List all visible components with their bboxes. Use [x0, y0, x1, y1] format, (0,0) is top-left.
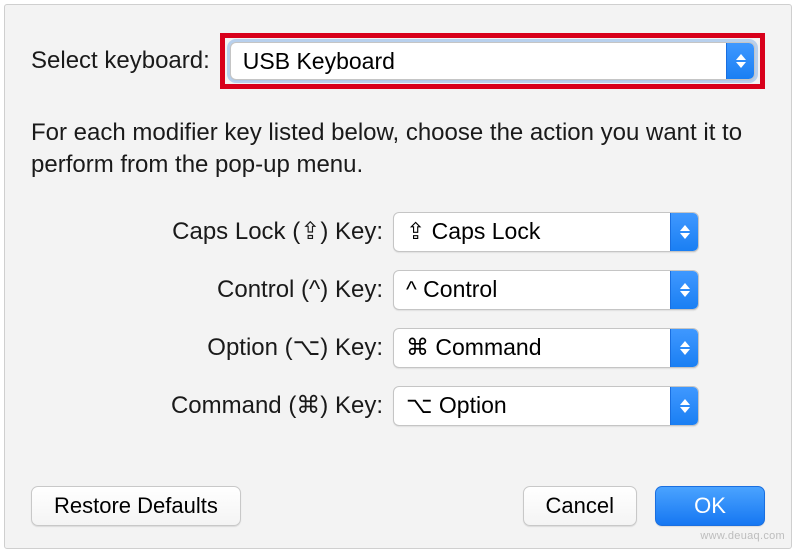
command-value: ⌥ Option — [394, 392, 670, 419]
cancel-button[interactable]: Cancel — [523, 486, 637, 526]
annotation-highlight: USB Keyboard — [220, 33, 765, 89]
command-popup[interactable]: ⌥ Option — [393, 386, 699, 426]
control-row: Control (^) Key: ^ Control — [31, 270, 765, 310]
modifier-rows: Caps Lock (⇪) Key: ⇪ Caps Lock Control (… — [31, 212, 765, 426]
caps-lock-label: Caps Lock (⇪) Key: — [31, 217, 393, 246]
popup-arrows-icon — [670, 213, 698, 251]
control-value: ^ Control — [394, 276, 670, 303]
command-row: Command (⌘) Key: ⌥ Option — [31, 386, 765, 426]
button-bar: Restore Defaults Cancel OK — [31, 486, 765, 526]
restore-defaults-button[interactable]: Restore Defaults — [31, 486, 241, 526]
ok-button[interactable]: OK — [655, 486, 765, 526]
watermark-text: www.deuaq.com — [700, 530, 785, 542]
select-keyboard-value: USB Keyboard — [231, 48, 726, 75]
caps-lock-row: Caps Lock (⇪) Key: ⇪ Caps Lock — [31, 212, 765, 252]
popup-arrows-icon — [726, 43, 754, 79]
option-popup[interactable]: ⌘ Command — [393, 328, 699, 368]
option-row: Option (⌥) Key: ⌘ Command — [31, 328, 765, 368]
select-keyboard-label: Select keyboard: — [31, 47, 210, 75]
option-label: Option (⌥) Key: — [31, 333, 393, 362]
control-popup[interactable]: ^ Control — [393, 270, 699, 310]
caps-lock-value: ⇪ Caps Lock — [394, 218, 670, 245]
description-text: For each modifier key listed below, choo… — [31, 117, 751, 182]
caps-lock-popup[interactable]: ⇪ Caps Lock — [393, 212, 699, 252]
popup-arrows-icon — [670, 387, 698, 425]
popup-arrows-icon — [670, 271, 698, 309]
select-keyboard-popup[interactable]: USB Keyboard — [230, 42, 755, 80]
popup-arrows-icon — [670, 329, 698, 367]
control-label: Control (^) Key: — [31, 276, 393, 304]
modifier-keys-sheet: Select keyboard: USB Keyboard For each m… — [4, 4, 792, 549]
command-label: Command (⌘) Key: — [31, 391, 393, 420]
select-keyboard-row: Select keyboard: USB Keyboard — [31, 33, 765, 89]
option-value: ⌘ Command — [394, 334, 670, 361]
